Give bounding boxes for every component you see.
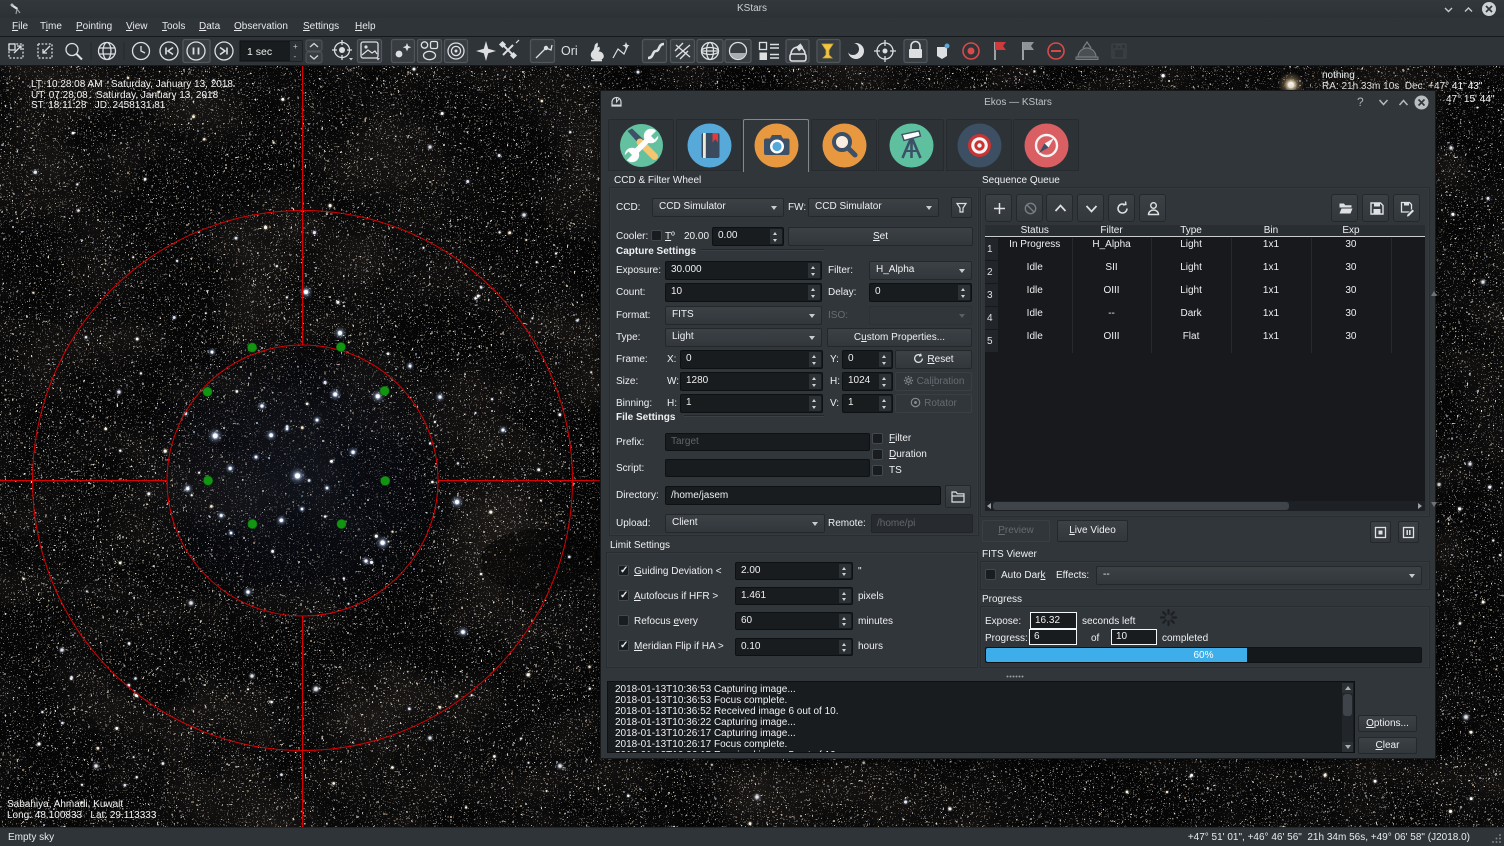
svg-text:1 sec: 1 sec (247, 46, 272, 58)
svg-text:Ori: Ori (561, 44, 578, 58)
svg-text:-: - (294, 52, 297, 61)
svg-text:+: + (293, 42, 298, 51)
